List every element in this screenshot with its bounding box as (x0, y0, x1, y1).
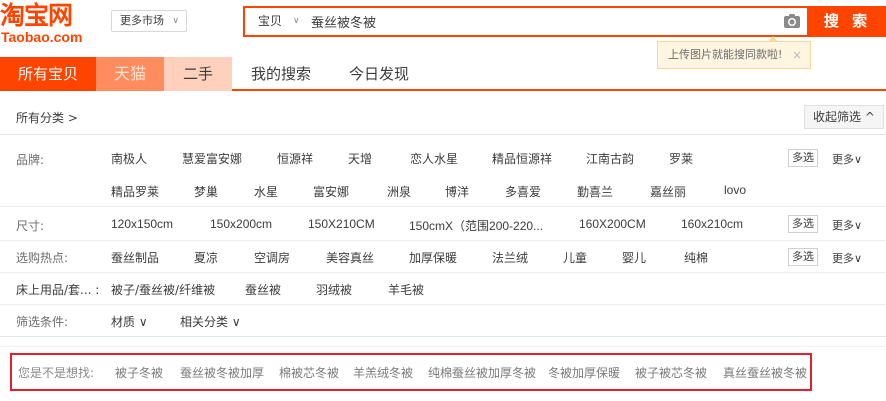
brand-option[interactable]: 精品罗莱 (111, 183, 159, 200)
filter-label-hot: 选购热点: (16, 251, 69, 265)
brand-option[interactable]: 洲泉 (387, 183, 411, 200)
brand-more-button[interactable]: 更多∨ (832, 151, 862, 167)
breadcrumb-row: 所有分类 > 收起筛选 ^ (0, 102, 886, 132)
taobao-logo[interactable]: 淘宝网 Taobao.com (0, 2, 102, 46)
logo-text-en: Taobao.com (1, 29, 83, 45)
brand-option[interactable]: 南极人 (111, 150, 147, 167)
filter-label-conditions: 筛选条件: (16, 315, 69, 329)
filter-row-bedding: 床上用品/套... : 被子/蚕丝被/纤维被 蚕丝被 羽绒被 羊毛被 (0, 273, 886, 305)
filter-row-hot: 选购热点: 蚕丝制品 夏凉 空调房 美容真丝 加厚保暖 法兰绒 儿童 婴儿 纯棉… (0, 241, 886, 273)
chevron-down-icon: ∨ (172, 16, 179, 26)
bedding-option[interactable]: 羊毛被 (388, 281, 424, 298)
brand-option[interactable]: 恒源祥 (277, 150, 313, 167)
collapse-filters-button[interactable]: 收起筛选 ^ (804, 105, 884, 129)
brand-option[interactable]: 富安娜 (313, 183, 349, 200)
hot-option[interactable]: 婴儿 (622, 249, 646, 266)
bedding-option[interactable]: 蚕丝被 (245, 281, 281, 298)
search-input[interactable] (311, 11, 771, 32)
brand-option[interactable]: 勤喜兰 (577, 183, 613, 200)
search-type-dropdown[interactable]: 宝贝 ∨ (245, 8, 307, 35)
size-option[interactable]: 160x210cm (681, 217, 743, 231)
suggestion-link[interactable]: 被子被芯冬被 (635, 364, 707, 381)
tab-tmall[interactable]: 天猫 (96, 57, 164, 91)
hot-more-button[interactable]: 更多∨ (832, 250, 862, 266)
hot-option[interactable]: 纯棉 (684, 249, 708, 266)
tab-second-hand[interactable]: 二手 (164, 57, 232, 91)
filter-label-size: 尺寸: (16, 219, 45, 233)
suggestion-link[interactable]: 蚕丝被冬被加厚 (180, 364, 264, 381)
size-option[interactable]: 160X200CM (579, 217, 646, 231)
size-option[interactable]: 150cmX（范围200-220... (409, 217, 543, 234)
size-option[interactable]: 150x200cm (210, 217, 272, 231)
hot-option[interactable]: 加厚保暖 (409, 249, 457, 266)
search-box: 宝贝 ∨ (243, 6, 809, 37)
brand-option[interactable]: 精品恒源祥 (492, 150, 552, 167)
suggestion-label: 您是不是想找: (18, 366, 95, 380)
filter-label-brand: 品牌: (16, 153, 45, 167)
tab-today-discovery[interactable]: 今日发现 (330, 57, 428, 91)
brand-option[interactable]: 博洋 (445, 183, 469, 200)
brand-option[interactable]: 嘉丝丽 (650, 183, 686, 200)
bedding-option[interactable]: 羽绒被 (316, 281, 352, 298)
brand-option[interactable]: 江南古韵 (586, 150, 634, 167)
hot-option[interactable]: 儿童 (563, 249, 587, 266)
filter-label-bedding: 床上用品/套... : (16, 283, 100, 297)
suggestion-link[interactable]: 纯棉蚕丝被加厚冬被 (428, 364, 536, 381)
breadcrumb[interactable]: 所有分类 > (16, 109, 78, 126)
suggestion-link[interactable]: 真丝蚕丝被冬被 (723, 364, 807, 381)
filter-row-brand: 品牌: 南极人 慧爱富安娜 恒源祥 天增 恋人水星 精品恒源祥 江南古韵 罗莱 … (0, 143, 886, 207)
more-markets-label: 更多市场 (120, 14, 164, 27)
size-option[interactable]: 150X210CM (308, 217, 375, 231)
brand-option[interactable]: 恋人水星 (410, 150, 458, 167)
size-more-button[interactable]: 更多∨ (832, 217, 862, 233)
search-button[interactable]: 搜 索 (809, 6, 886, 37)
brand-option[interactable]: 天增 (348, 150, 372, 167)
material-dropdown[interactable]: 材质 ∨ (111, 313, 148, 330)
brand-option[interactable]: 慧爱富安娜 (182, 150, 242, 167)
hot-option[interactable]: 美容真丝 (326, 249, 374, 266)
filter-row-conditions: 筛选条件: 材质 ∨ 相关分类 ∨ (0, 305, 886, 337)
suggestion-link[interactable]: 被子冬被 (115, 364, 163, 381)
chevron-down-icon: ∨ (293, 16, 300, 26)
tab-all-items[interactable]: 所有宝贝 (0, 57, 96, 91)
suggestion-link[interactable]: 冬被加厚保暖 (548, 364, 620, 381)
related-category-dropdown[interactable]: 相关分类 ∨ (180, 313, 241, 330)
bedding-option[interactable]: 被子/蚕丝被/纤维被 (111, 281, 215, 298)
brand-option[interactable]: 罗莱 (669, 150, 693, 167)
search-tabs: 所有宝贝 天猫 二手 我的搜索 今日发现 (0, 57, 886, 91)
brand-multi-select-button[interactable]: 多选 (788, 149, 818, 167)
hot-option[interactable]: 蚕丝制品 (111, 249, 159, 266)
search-type-label: 宝贝 (258, 14, 283, 28)
suggestion-link[interactable]: 棉被芯冬被 (279, 364, 339, 381)
more-markets-dropdown[interactable]: 更多市场 ∨ (111, 10, 187, 32)
logo-text-cn: 淘宝网 (0, 1, 73, 30)
camera-icon[interactable] (783, 13, 801, 29)
size-multi-select-button[interactable]: 多选 (788, 215, 818, 233)
suggestion-box: 您是不是想找: 被子冬被 蚕丝被冬被加厚 棉被芯冬被 羊羔绒冬被 纯棉蚕丝被加厚… (10, 353, 812, 391)
brand-option[interactable]: 水星 (254, 183, 278, 200)
brand-option[interactable]: 多喜爱 (505, 183, 541, 200)
size-option[interactable]: 120x150cm (111, 217, 173, 231)
hot-option[interactable]: 空调房 (254, 249, 290, 266)
hot-option[interactable]: 法兰绒 (492, 249, 528, 266)
tab-my-search[interactable]: 我的搜索 (232, 57, 330, 91)
brand-option[interactable]: lovo (724, 183, 746, 197)
filter-panel: 品牌: 南极人 慧爱富安娜 恒源祥 天增 恋人水星 精品恒源祥 江南古韵 罗莱 … (0, 134, 886, 346)
hot-option[interactable]: 夏凉 (194, 249, 218, 266)
hot-multi-select-button[interactable]: 多选 (788, 248, 818, 266)
brand-option[interactable]: 梦巢 (194, 183, 218, 200)
suggestion-link[interactable]: 羊羔绒冬被 (353, 364, 413, 381)
filter-row-size: 尺寸: 120x150cm 150x200cm 150X210CM 150cmX… (0, 207, 886, 241)
